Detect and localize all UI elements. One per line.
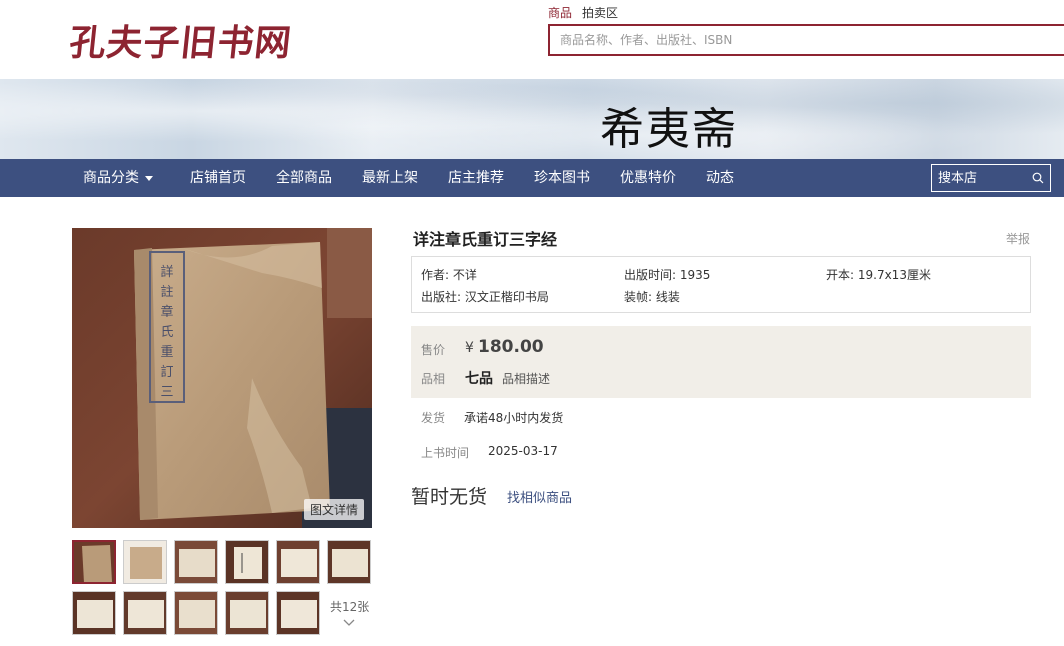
nav-category[interactable]: 商品分类 bbox=[83, 159, 153, 197]
nav-discounts[interactable]: 优惠特价 bbox=[620, 159, 676, 197]
nav-all-goods[interactable]: 全部商品 bbox=[276, 159, 332, 197]
search-tabs: 商品 拍卖区 bbox=[548, 4, 618, 23]
price-value: 180.00 bbox=[478, 337, 544, 357]
price-label: 售价 bbox=[421, 343, 446, 357]
thumbnail-7[interactable] bbox=[72, 591, 116, 635]
chevron-down-icon[interactable] bbox=[343, 616, 355, 628]
product-attributes: 作者: 不详 出版时间: 1935 开本: 19.7x13厘米 出版社: 汉文正… bbox=[411, 256, 1031, 313]
thumbnail-image bbox=[74, 542, 114, 582]
condition-label: 品相 bbox=[421, 372, 446, 386]
nav-news[interactable]: 动态 bbox=[706, 159, 734, 197]
shipping-label: 发货 bbox=[421, 411, 446, 425]
svg-text:重: 重 bbox=[160, 344, 173, 360]
shop-name: 希夷斋 bbox=[600, 104, 738, 155]
site-search-input[interactable] bbox=[550, 26, 1064, 54]
shop-nav: 商品分类 店铺首页 全部商品 最新上架 店主推荐 珍本图书 优惠特价 动态 bbox=[0, 159, 1064, 197]
listed-date-value: 2025-03-17 bbox=[488, 444, 558, 458]
shop-banner: 希夷斋 bbox=[0, 79, 1064, 159]
thumbnail-4[interactable] bbox=[225, 540, 269, 584]
thumbnail-count: 共12张 bbox=[330, 600, 370, 614]
attr-author: 作者: 不详 bbox=[421, 268, 477, 282]
svg-text:三: 三 bbox=[160, 385, 173, 400]
thumbnail-image bbox=[277, 592, 319, 634]
attr-publish-time: 出版时间: 1935 bbox=[624, 268, 711, 282]
search-tab-auction[interactable]: 拍卖区 bbox=[582, 4, 618, 23]
site-logo[interactable]: 孔夫子旧书网 bbox=[67, 14, 294, 66]
thumbnail-2[interactable] bbox=[123, 540, 167, 584]
thumbnail-11[interactable] bbox=[276, 591, 320, 635]
thumbnail-3[interactable] bbox=[174, 540, 218, 584]
shipping-value: 承诺48小时内发货 bbox=[464, 411, 564, 425]
thumbnail-image bbox=[124, 541, 166, 583]
thumbnail-image bbox=[328, 541, 370, 583]
thumbnail-10[interactable] bbox=[225, 591, 269, 635]
site-header: 孔夫子旧书网 商品 拍卖区 bbox=[0, 0, 1064, 79]
caret-down-icon bbox=[145, 175, 153, 181]
currency-symbol: ¥ bbox=[465, 340, 474, 356]
thumbnail-image bbox=[226, 592, 268, 634]
thumbnail-6[interactable] bbox=[327, 540, 371, 584]
main-product-photo[interactable]: 詳 註 章 氏 重 訂 三 图文详情 bbox=[72, 228, 372, 528]
search-icon[interactable] bbox=[1032, 172, 1044, 184]
attr-binding: 装帧: 线装 bbox=[624, 290, 680, 304]
site-search-box bbox=[548, 24, 1064, 56]
thumbnail-image bbox=[175, 592, 217, 634]
thumbnail-9[interactable] bbox=[174, 591, 218, 635]
listed-date-label: 上书时间 bbox=[421, 446, 470, 460]
attr-publisher: 出版社: 汉文正楷印书局 bbox=[421, 290, 549, 304]
nav-category-label: 商品分类 bbox=[83, 170, 139, 186]
attr-format: 开本: 19.7x13厘米 bbox=[826, 268, 931, 282]
thumbnail-image bbox=[175, 541, 217, 583]
thumbnail-image bbox=[226, 541, 268, 583]
nav-shop-home[interactable]: 店铺首页 bbox=[190, 159, 246, 197]
product-title: 详注章氏重订三字经 bbox=[413, 230, 558, 249]
condition-description-link[interactable]: 品相描述 bbox=[502, 370, 550, 387]
thumbnail-image bbox=[277, 541, 319, 583]
svg-text:訂: 訂 bbox=[160, 364, 173, 380]
thumbnail-image bbox=[73, 592, 115, 634]
nav-owner-picks[interactable]: 店主推荐 bbox=[448, 159, 504, 197]
svg-text:註: 註 bbox=[160, 285, 173, 300]
thumbnail-5[interactable] bbox=[276, 540, 320, 584]
thumbnail-image bbox=[124, 592, 166, 634]
report-link[interactable]: 举报 bbox=[1006, 230, 1030, 247]
svg-text:氏: 氏 bbox=[160, 325, 173, 340]
svg-text:詳: 詳 bbox=[160, 264, 173, 280]
photo-detail-button[interactable]: 图文详情 bbox=[303, 499, 364, 520]
nav-rare-books[interactable]: 珍本图书 bbox=[534, 159, 590, 197]
svg-text:章: 章 bbox=[160, 304, 173, 320]
thumbnail-1[interactable] bbox=[72, 540, 116, 584]
condition-value: 七品 bbox=[465, 371, 493, 387]
nav-new-arrivals[interactable]: 最新上架 bbox=[362, 159, 418, 197]
thumbnail-8[interactable] bbox=[123, 591, 167, 635]
find-similar-link[interactable]: 找相似商品 bbox=[507, 487, 572, 506]
price-box: 售价 ¥ 180.00 品相 七品 品相描述 bbox=[411, 326, 1031, 398]
search-tab-goods[interactable]: 商品 bbox=[548, 4, 572, 23]
stock-status: 暂时无货 bbox=[411, 486, 488, 508]
shop-search-box bbox=[931, 164, 1051, 192]
book-cover-image: 詳 註 章 氏 重 訂 三 bbox=[72, 228, 372, 528]
